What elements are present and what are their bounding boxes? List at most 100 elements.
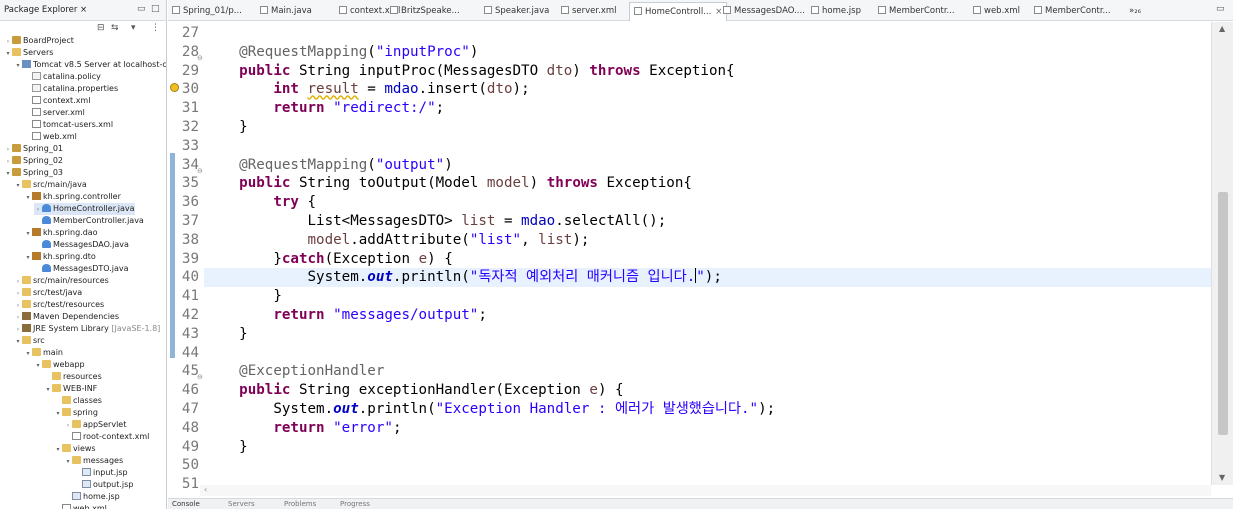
tree-item[interactable]: ▾ views (54, 443, 96, 455)
tree-item[interactable]: › Spring_02 (4, 155, 63, 167)
tree-item[interactable]: ▾ webapp (34, 359, 85, 371)
code-line[interactable]: 35 public String toOutput(Model model) t… (168, 174, 1211, 193)
bottom-tab[interactable]: Problems (284, 500, 316, 508)
maximize-icon[interactable]: □ (151, 4, 160, 14)
expanded-arrow-icon[interactable]: ▾ (4, 168, 12, 180)
tree-item[interactable]: catalina.policy (24, 71, 101, 83)
tree-item[interactable]: root-context.xml (64, 431, 149, 443)
code-line[interactable]: 40 System.out.println("독자적 예외처리 매커니즘 입니다… (168, 268, 1211, 287)
tree-item[interactable]: › HomeController.java (34, 203, 135, 215)
code-line[interactable]: 37 List<MessagesDTO> list = mdao.selectA… (168, 212, 1211, 231)
tree-item[interactable]: ▾ messages (64, 455, 123, 467)
expanded-arrow-icon[interactable]: ▾ (4, 48, 12, 60)
code-line[interactable]: 32 } (168, 118, 1211, 137)
expanded-arrow-icon[interactable]: ▾ (24, 348, 32, 360)
code-line[interactable]: 46 public String exceptionHandler(Except… (168, 381, 1211, 400)
editor-tab[interactable]: »₂₆ (1129, 2, 1141, 21)
code-line[interactable]: 29 public String inputProc(MessagesDTO d… (168, 62, 1211, 81)
expanded-arrow-icon[interactable]: ▾ (24, 228, 32, 240)
editor-tab[interactable]: MessagesDAO.... (723, 2, 805, 21)
code-editor[interactable]: 27 28 ⊖ @RequestMapping("inputProc") 29 pub… (168, 22, 1211, 492)
editor-tab[interactable]: Speaker.java (484, 2, 549, 21)
editor-tab[interactable]: MemberContr... (1034, 2, 1111, 21)
code-line[interactable]: 38 model.addAttribute("list", list); (168, 231, 1211, 250)
tree-item[interactable]: context.xml (24, 95, 90, 107)
tree-item[interactable]: MessagesDTO.java (34, 263, 129, 275)
close-tab-icon[interactable]: × (715, 7, 722, 17)
horizontal-scrollbar[interactable]: ‹ (200, 485, 1211, 496)
expanded-arrow-icon[interactable]: ▾ (14, 180, 22, 192)
editor-tab[interactable]: MemberContr... (878, 2, 955, 21)
tree-item[interactable]: server.xml (24, 107, 85, 119)
minimize-editor-icon[interactable]: ▭ (1216, 4, 1225, 14)
close-icon[interactable]: × (80, 5, 87, 15)
code-line[interactable]: 31 return "redirect:/"; (168, 99, 1211, 118)
code-line[interactable]: 49 } (168, 438, 1211, 457)
filter-icon[interactable]: ▾ (131, 23, 136, 33)
tree-item[interactable]: › Spring_01 (4, 143, 63, 155)
code-line[interactable]: 45 ⊖ @ExceptionHandler (168, 362, 1211, 381)
scroll-down-icon[interactable]: ▼ (1219, 473, 1225, 482)
editor-tab[interactable]: Main.java (260, 2, 312, 21)
code-line[interactable]: 44 (168, 344, 1211, 363)
editor-tab[interactable]: Spring_01/p... (172, 2, 242, 21)
tree-item[interactable]: › src/test/resources (14, 299, 104, 311)
code-line[interactable]: 41 } (168, 287, 1211, 306)
code-line[interactable]: 48 return "error"; (168, 419, 1211, 438)
bottom-tab[interactable]: Progress (340, 500, 370, 508)
tree-item[interactable]: ▾ kh.spring.dto (24, 251, 96, 263)
tree-item[interactable]: ▾ main (24, 347, 63, 359)
scroll-left-icon[interactable]: ‹ (204, 485, 207, 494)
tree-item[interactable]: web.xml (24, 131, 77, 143)
editor-tab[interactable]: BritzSpeake... (390, 2, 460, 21)
editor-tab[interactable]: home.jsp (811, 2, 861, 21)
expanded-arrow-icon[interactable]: ▾ (44, 384, 52, 396)
expanded-arrow-icon[interactable]: ▾ (64, 456, 72, 468)
expanded-arrow-icon[interactable]: ▾ (54, 444, 62, 456)
tree-item[interactable]: ▾ Tomcat v8.5 Server at localhost-coi (14, 59, 166, 72)
editor-tab[interactable]: HomeControll... × (629, 2, 728, 21)
tree-item[interactable]: › JRE System Library [JavaSE-1.8] (14, 323, 160, 335)
tree-item[interactable]: › src/test/java (14, 287, 82, 299)
code-line[interactable]: 39 }catch(Exception e) { (168, 250, 1211, 269)
scroll-up-icon[interactable]: ▲ (1219, 24, 1225, 33)
tree-item[interactable]: ▾ Spring_03 (4, 167, 63, 179)
tree-item[interactable]: MessagesDAO.java (34, 239, 129, 251)
tree-item[interactable]: › appServlet (64, 419, 126, 431)
tree-item[interactable]: ▾ WEB-INF (44, 383, 97, 395)
tree-item[interactable]: resources (44, 371, 102, 383)
tree-item[interactable]: home.jsp (64, 491, 120, 503)
view-menu-icon[interactable]: ⋮ (151, 23, 160, 33)
collapse-all-icon[interactable]: ⊟ (97, 23, 105, 33)
editor-tab[interactable]: server.xml (561, 2, 617, 21)
scrollbar-thumb[interactable] (1218, 192, 1228, 435)
tree-item[interactable]: ▾ Servers (4, 47, 53, 59)
bottom-tab[interactable]: Servers (228, 500, 255, 508)
minimize-icon[interactable]: ▭ (137, 4, 146, 14)
link-with-editor-icon[interactable]: ⇆ (111, 23, 119, 33)
tree-item[interactable]: › BoardProject (4, 35, 74, 47)
code-line[interactable]: 30 int result = mdao.insert(dto); (168, 80, 1211, 99)
tree-item[interactable]: input.jsp (74, 467, 128, 479)
tree-item[interactable]: ▾ kh.spring.controller (24, 191, 121, 203)
code-line[interactable]: 43 } (168, 325, 1211, 344)
tree-item[interactable]: ▾ spring (54, 407, 98, 419)
expanded-arrow-icon[interactable]: ▾ (54, 408, 62, 420)
tree-item[interactable]: ▾ src/main/java (14, 179, 87, 191)
tree-item[interactable]: output.jsp (74, 479, 133, 491)
expanded-arrow-icon[interactable]: ▾ (24, 192, 32, 204)
code-line[interactable]: 33 (168, 137, 1211, 156)
tree-item[interactable]: › Maven Dependencies (14, 311, 119, 323)
tree-item[interactable]: › src/main/resources (14, 275, 109, 287)
code-line[interactable]: 27 (168, 24, 1211, 43)
code-line[interactable]: 36 try { (168, 193, 1211, 212)
tree-item[interactable]: ▾ kh.spring.dao (24, 227, 98, 239)
expanded-arrow-icon[interactable]: ▾ (34, 360, 42, 372)
vertical-scrollbar[interactable]: ▲ ▼ (1211, 22, 1233, 485)
expanded-arrow-icon[interactable]: ▾ (14, 336, 22, 348)
code-line[interactable]: 28 ⊖ @RequestMapping("inputProc") (168, 43, 1211, 62)
code-line[interactable]: 50 (168, 456, 1211, 475)
tree-item[interactable]: ▾ src (14, 335, 45, 347)
editor-tab[interactable]: web.xml (973, 2, 1020, 21)
expanded-arrow-icon[interactable]: ▾ (14, 60, 22, 72)
